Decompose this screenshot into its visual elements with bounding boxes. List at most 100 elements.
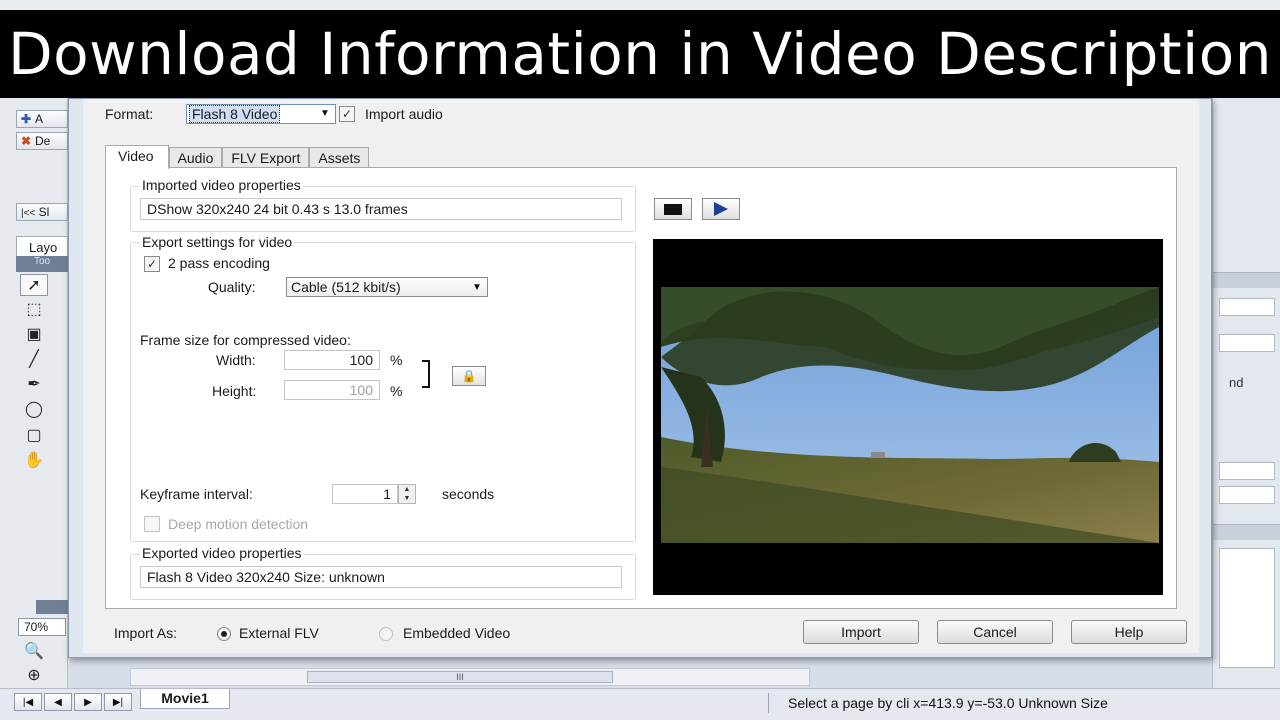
height-input[interactable]: 100 xyxy=(284,380,380,400)
play-icon xyxy=(714,202,728,216)
two-pass-checkbox[interactable]: ✓ xyxy=(144,256,160,272)
deep-motion-label: Deep motion detection xyxy=(168,516,309,532)
panel-field[interactable] xyxy=(1219,298,1275,316)
deep-motion-checkbox[interactable] xyxy=(144,516,160,532)
tab-assets[interactable]: Assets xyxy=(309,147,370,168)
zoom-100-icon[interactable]: ⊕ xyxy=(20,664,48,686)
ellipse-tool-icon[interactable]: ◯ xyxy=(20,398,48,420)
width-label: Width: xyxy=(216,352,256,368)
imported-properties-value: DShow 320x240 24 bit 0.43 s 13.0 frames xyxy=(140,198,622,220)
import-audio-checkbox[interactable]: ✓ xyxy=(339,106,355,122)
tab-flv-export[interactable]: FLV Export xyxy=(222,147,310,168)
chevron-down-icon: ▼ xyxy=(472,282,482,293)
radio-external-flv[interactable] xyxy=(217,627,231,641)
layer-tab[interactable]: Layo xyxy=(16,236,68,258)
chevron-down-icon: ▼ xyxy=(320,108,330,119)
width-percent: % xyxy=(390,352,403,368)
embedded-video-label: Embedded Video xyxy=(403,625,511,641)
keyframe-input[interactable]: 1 xyxy=(332,484,398,504)
page-nav: |◀ ◀ ▶ ▶| xyxy=(14,693,132,711)
height-percent: % xyxy=(390,383,403,399)
movie-tab[interactable]: Movie1 xyxy=(140,689,230,709)
next-page-button[interactable]: ▶ xyxy=(74,693,102,711)
video-import-dialog: Format: Flash 8 Video ▼ ✓ Import audio V… xyxy=(68,98,1212,658)
keyframe-spinner[interactable]: ▲ ▼ xyxy=(398,484,416,504)
panel-field[interactable] xyxy=(1219,462,1275,480)
format-label: Format: xyxy=(105,106,154,122)
aspect-link-bracket xyxy=(422,360,430,388)
height-label: Height: xyxy=(212,383,257,399)
image-tool-icon[interactable]: ▣ xyxy=(20,323,48,345)
bg-toolbar-button-de[interactable]: ✖ De xyxy=(16,132,68,150)
view-header xyxy=(36,600,68,614)
external-flv-label: External FLV xyxy=(239,625,319,641)
width-input[interactable]: 100 xyxy=(284,350,380,370)
stop-button[interactable] xyxy=(654,198,692,220)
bg-button-label: De xyxy=(35,134,51,148)
tab-audio[interactable]: Audio xyxy=(168,147,223,168)
scroll-label: Sl xyxy=(38,205,50,219)
format-select[interactable]: Flash 8 Video ▼ xyxy=(186,104,336,124)
tools-panel: ✚ A ✖ De |<< Sl Layo Too ➚ ⬚ ▣ ╱ ✒ ◯ ▢ ✋ 7… xyxy=(0,98,68,688)
rounded-rect-tool-icon[interactable]: ▢ xyxy=(20,424,48,446)
bg-scroll-button[interactable]: |<< Sl xyxy=(16,203,68,221)
bg-button-label: A xyxy=(35,112,44,126)
pointer-tool-icon[interactable]: ➚ xyxy=(20,274,48,296)
stop-icon xyxy=(664,203,682,215)
panel-header xyxy=(1213,272,1280,288)
hand-tool-icon[interactable]: ✋ xyxy=(20,449,48,471)
dialog-body: Format: Flash 8 Video ▼ ✓ Import audio V… xyxy=(83,99,1199,653)
play-button[interactable] xyxy=(702,198,740,220)
zoom-select[interactable]: 70% xyxy=(18,618,66,636)
panel-list[interactable] xyxy=(1219,548,1275,668)
exported-properties-title: Exported video properties xyxy=(140,545,304,561)
arrow-icon: ✚ xyxy=(21,112,32,126)
panel-field[interactable] xyxy=(1219,486,1275,504)
tab-video[interactable]: Video xyxy=(105,145,169,169)
pen-tool-icon[interactable]: ✒ xyxy=(20,373,48,395)
exported-properties-value: Flash 8 Video 320x240 Size: unknown xyxy=(140,566,622,588)
import-as-label: Import As: xyxy=(114,625,178,641)
last-page-button[interactable]: ▶| xyxy=(104,693,132,711)
properties-panel: nd xyxy=(1212,98,1280,688)
panel-header xyxy=(1213,524,1280,540)
radio-embedded-video[interactable] xyxy=(379,627,393,641)
panel-field[interactable] xyxy=(1219,334,1275,352)
status-bar: |◀ ◀ ▶ ▶| Movie1 Select a page by cli x=… xyxy=(0,688,1280,720)
first-page-button[interactable]: |◀ xyxy=(14,693,42,711)
video-preview xyxy=(653,239,1163,595)
bg-toolbar-button-a[interactable]: ✚ A xyxy=(16,110,68,128)
cancel-button[interactable]: Cancel xyxy=(937,620,1053,644)
banner-title: Download Information in Video Descriptio… xyxy=(0,10,1280,98)
delete-icon: ✖ xyxy=(21,134,32,148)
panel-text: nd xyxy=(1229,375,1244,390)
quality-label: Quality: xyxy=(208,279,256,295)
quality-select[interactable]: Cable (512 kbit/s) ▼ xyxy=(286,277,488,297)
two-pass-label: 2 pass encoding xyxy=(168,255,270,271)
zoom-tool-icon[interactable]: 🔍 xyxy=(20,640,48,662)
marquee-tool-icon[interactable]: ⬚ xyxy=(20,298,48,320)
format-value: Flash 8 Video xyxy=(188,105,281,123)
status-text: Select a page by cli x=413.9 y=-53.0 Unk… xyxy=(788,695,1108,711)
status-separator xyxy=(768,693,769,713)
scroll-thumb[interactable]: III xyxy=(307,671,613,683)
import-button[interactable]: Import xyxy=(803,620,919,644)
keyframe-label: Keyframe interval: xyxy=(140,486,253,502)
quality-value: Cable (512 kbit/s) xyxy=(291,279,401,295)
import-audio-label: Import audio xyxy=(365,106,443,122)
tab-bar: Video Audio FLV Export Assets xyxy=(105,145,370,169)
frame-size-label: Frame size for compressed video: xyxy=(140,332,351,348)
aspect-lock-button[interactable]: 🔒 xyxy=(452,366,486,386)
video-frame xyxy=(661,287,1159,543)
help-button[interactable]: Help xyxy=(1071,620,1187,644)
window-top-strip xyxy=(0,0,1280,10)
seconds-label: seconds xyxy=(442,486,495,502)
scroll-prev-label: |<< xyxy=(21,208,36,219)
prev-page-button[interactable]: ◀ xyxy=(44,693,72,711)
tools-header: Too xyxy=(16,256,68,272)
imported-properties-title: Imported video properties xyxy=(140,177,303,193)
line-tool-icon[interactable]: ╱ xyxy=(20,348,48,370)
export-settings-title: Export settings for video xyxy=(140,234,295,250)
video-frame-image xyxy=(661,287,1159,543)
canvas-horizontal-scrollbar[interactable]: III xyxy=(130,668,810,686)
